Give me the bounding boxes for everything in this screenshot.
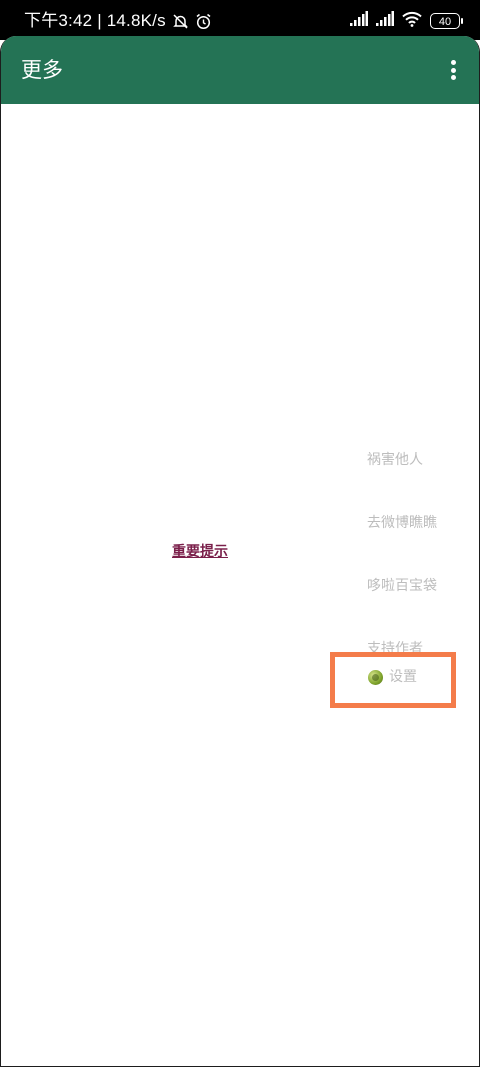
wifi-icon [402, 11, 422, 32]
important-notice-link[interactable]: 重要提示 [172, 541, 228, 561]
page-title: 更多 [21, 58, 63, 82]
status-bar: 下午3:42 | 14.8K/s 40 [0, 0, 480, 40]
menu-item-weibo[interactable]: 去微博瞧瞧 [367, 513, 437, 533]
status-left: 下午3:42 | 14.8K/s [24, 11, 212, 31]
status-time-speed: 下午3:42 | 14.8K/s [24, 11, 166, 30]
signal-icon [350, 10, 368, 32]
signal-icon [376, 10, 394, 32]
menu-item-settings[interactable]: 设置 [368, 667, 417, 687]
more-vert-icon[interactable] [441, 58, 465, 82]
menu-item-treasure-bag[interactable]: 哆啦百宝袋 [367, 576, 437, 596]
mute-icon [172, 13, 189, 30]
status-right: 40 [350, 10, 463, 32]
battery-icon: 40 [430, 13, 463, 29]
alarm-icon [195, 13, 212, 30]
menu-item-harm-others[interactable]: 祸害他人 [367, 450, 423, 470]
app-bar: 更多 [1, 36, 479, 104]
settings-icon [368, 669, 383, 685]
settings-label: 设置 [389, 669, 417, 685]
app-window: 更多 [0, 36, 480, 1067]
